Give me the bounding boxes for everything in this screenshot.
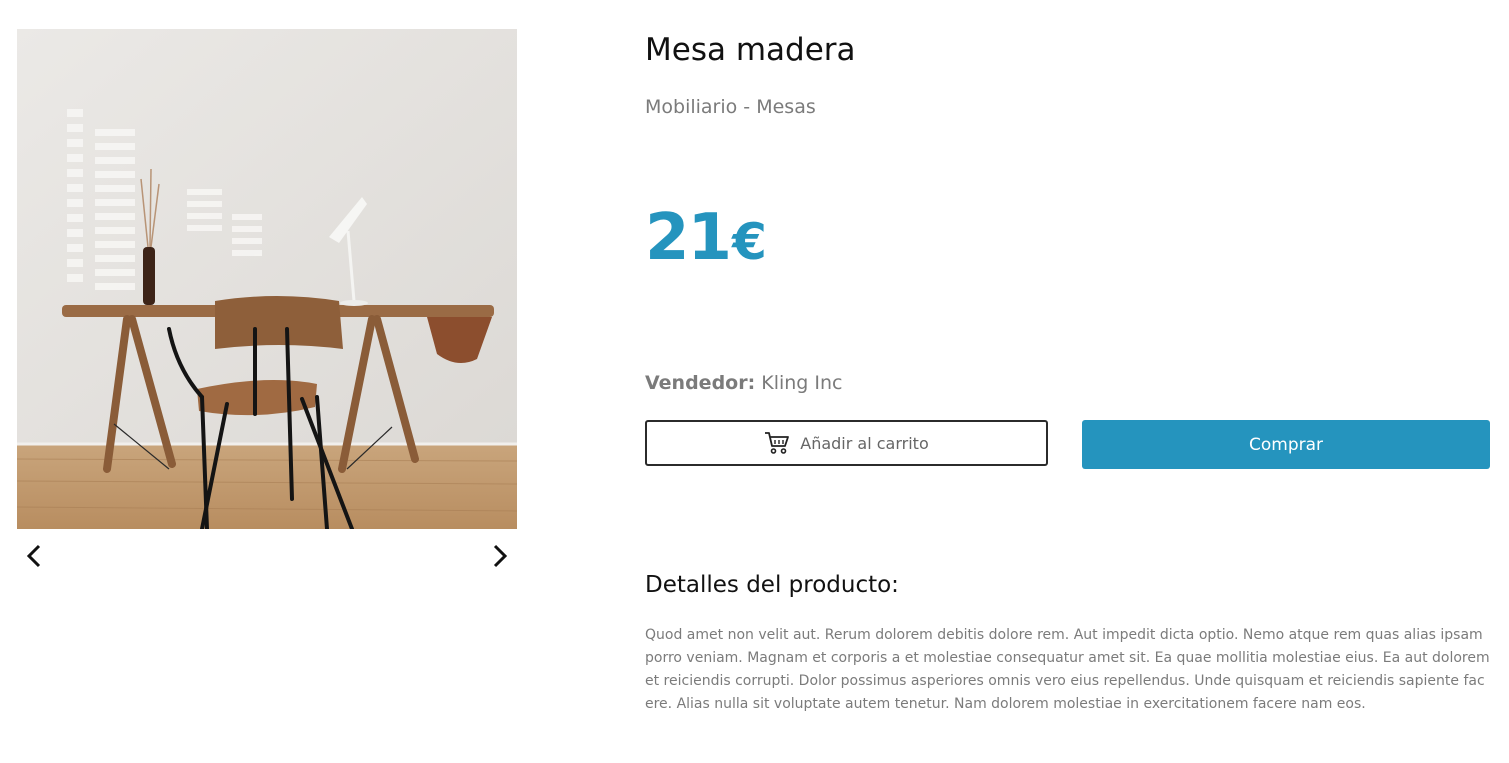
seller-label: Vendedor: xyxy=(645,372,756,394)
cart-icon xyxy=(765,432,790,454)
seller-name: Kling Inc xyxy=(761,372,843,394)
price-amount: 21 xyxy=(645,201,732,275)
add-to-cart-label: Añadir al carrito xyxy=(800,433,929,453)
chevron-right-icon[interactable] xyxy=(485,539,515,573)
product-image xyxy=(17,29,517,529)
details-heading: Detalles del producto: xyxy=(645,572,899,598)
price-currency: € xyxy=(732,213,767,271)
seller-info: Vendedor: Kling Inc xyxy=(645,372,843,394)
product-price: 21€ xyxy=(645,201,767,275)
product-description: Quod amet non velit aut. Rerum dolorem d… xyxy=(645,627,1490,712)
product-gallery xyxy=(17,29,517,583)
product-category: Mobiliario - Mesas xyxy=(645,96,816,118)
gallery-nav xyxy=(17,529,517,583)
product-page: Mesa madera Mobiliario - Mesas 21€ Vende… xyxy=(0,0,1509,763)
chevron-left-icon[interactable] xyxy=(19,539,49,573)
add-to-cart-button[interactable]: Añadir al carrito xyxy=(645,420,1048,466)
buy-button[interactable]: Comprar xyxy=(1082,420,1490,469)
product-title: Mesa madera xyxy=(645,32,856,68)
